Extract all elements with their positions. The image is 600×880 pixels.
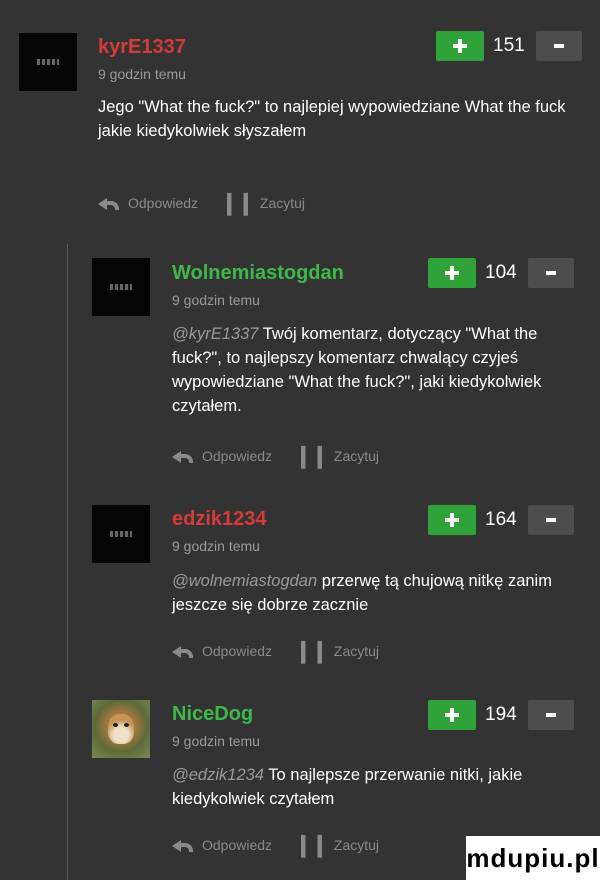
- downvote-button[interactable]: [528, 505, 574, 535]
- downvote-button[interactable]: [536, 31, 582, 61]
- reply-link[interactable]: Odpowiedz: [202, 837, 272, 853]
- reply-icon[interactable]: [172, 837, 194, 853]
- watermark-logo: mdupiu.pl: [466, 836, 600, 880]
- quote-icon[interactable]: ❙❙: [294, 445, 329, 467]
- comment-username[interactable]: kyrE1337: [98, 36, 186, 59]
- vote-score: 104: [485, 262, 517, 283]
- vote-score: 151: [493, 35, 525, 56]
- upvote-button[interactable]: [428, 258, 476, 288]
- quote-link[interactable]: Zacytuj: [334, 448, 379, 464]
- comment-text: @edzik1234 To najlepsze przerwanie nitki…: [172, 766, 523, 808]
- reply-link[interactable]: Odpowiedz: [128, 195, 198, 211]
- comment-mention[interactable]: @edzik1234: [172, 766, 264, 784]
- comment-time: 9 godzin temu: [98, 66, 186, 82]
- quote-link[interactable]: Zacytuj: [334, 643, 379, 659]
- quote-link[interactable]: Zacytuj: [334, 837, 379, 853]
- quote-link[interactable]: Zacytuj: [260, 195, 305, 211]
- vote-score: 194: [485, 704, 517, 725]
- dark-avatar-icon[interactable]: [92, 505, 150, 563]
- downvote-button[interactable]: [528, 258, 574, 288]
- downvote-button[interactable]: [528, 700, 574, 730]
- reply-link[interactable]: Odpowiedz: [202, 448, 272, 464]
- comment-actions: Odpowiedz ❙❙ Zacytuj: [172, 640, 379, 662]
- upvote-button[interactable]: [428, 505, 476, 535]
- comment-text: @kyrE1337 Twój komentarz, dotyczący "Wha…: [172, 325, 542, 415]
- comment-actions: Odpowiedz ❙❙ Zacytuj: [172, 445, 379, 467]
- dark-avatar-icon[interactable]: [19, 33, 77, 91]
- vote-score: 164: [485, 509, 517, 530]
- comment-mention[interactable]: @kyrE1337: [172, 325, 258, 343]
- upvote-button[interactable]: [428, 700, 476, 730]
- reply-icon[interactable]: [172, 643, 194, 659]
- comment-time: 9 godzin temu: [172, 538, 260, 554]
- dark-avatar-icon[interactable]: [92, 258, 150, 316]
- reply-link[interactable]: Odpowiedz: [202, 643, 272, 659]
- comment-actions: Odpowiedz ❙❙ Zacytuj: [172, 834, 379, 856]
- upvote-button[interactable]: [436, 31, 484, 61]
- comment-mention[interactable]: @wolnemiastogdan: [172, 572, 317, 590]
- reply-icon[interactable]: [98, 195, 120, 211]
- comment-text: Jego "What the fuck?" to najlepiej wypow…: [98, 98, 566, 140]
- comment-time: 9 godzin temu: [172, 292, 260, 308]
- comment-time: 9 godzin temu: [172, 733, 260, 749]
- comment-username[interactable]: NiceDog: [172, 703, 253, 726]
- comment-username[interactable]: Wolnemiastogdan: [172, 262, 344, 285]
- comment-username[interactable]: edzik1234: [172, 508, 267, 531]
- quote-icon[interactable]: ❙❙: [294, 640, 329, 662]
- reply-icon[interactable]: [172, 448, 194, 464]
- comment-text: @wolnemiastogdan przerwę tą chujową nitk…: [172, 572, 552, 614]
- thread-line: [67, 244, 68, 880]
- quote-icon[interactable]: ❙❙: [220, 192, 255, 214]
- comment-actions: Odpowiedz ❙❙ Zacytuj: [98, 192, 305, 214]
- cheetah-avatar-icon[interactable]: [92, 700, 150, 758]
- quote-icon[interactable]: ❙❙: [294, 834, 329, 856]
